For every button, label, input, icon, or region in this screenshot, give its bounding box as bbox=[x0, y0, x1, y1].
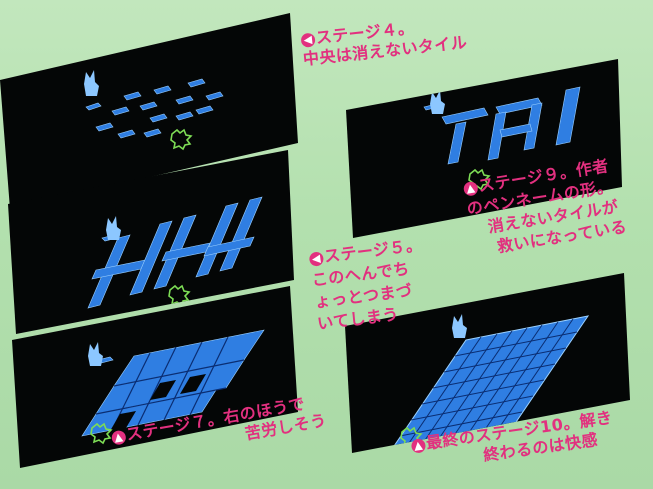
tile bbox=[153, 85, 172, 95]
left-arrow-icon: ◀ bbox=[308, 251, 325, 267]
player-icon bbox=[106, 216, 121, 240]
tile-grid bbox=[85, 78, 224, 139]
tile bbox=[187, 78, 206, 88]
tile bbox=[149, 113, 168, 123]
tile bbox=[195, 105, 214, 115]
tile bbox=[95, 122, 114, 132]
left-arrow-icon: ◀ bbox=[300, 32, 316, 48]
tile bbox=[123, 91, 142, 101]
tile bbox=[555, 86, 581, 146]
goal-icon bbox=[170, 128, 193, 151]
tile bbox=[85, 102, 102, 111]
player-icon bbox=[452, 314, 467, 338]
caption-stage-5: ◀ステージ５。 このへんでち ょっとつまづ いてしまう bbox=[308, 234, 432, 335]
up-arrow-icon: ▲ bbox=[410, 438, 427, 454]
tile bbox=[161, 242, 211, 262]
tile bbox=[117, 129, 136, 139]
tile bbox=[205, 91, 224, 101]
player-icon bbox=[88, 342, 103, 366]
tile bbox=[447, 121, 467, 165]
tile bbox=[175, 95, 194, 105]
up-arrow-icon: ▲ bbox=[462, 180, 479, 197]
tile bbox=[139, 101, 158, 111]
tile bbox=[175, 111, 194, 121]
up-arrow-icon: ▲ bbox=[110, 429, 127, 446]
tile-grid bbox=[423, 86, 581, 165]
player-icon bbox=[84, 70, 99, 96]
tile bbox=[143, 128, 162, 138]
tile bbox=[111, 106, 130, 116]
tile bbox=[441, 107, 489, 125]
